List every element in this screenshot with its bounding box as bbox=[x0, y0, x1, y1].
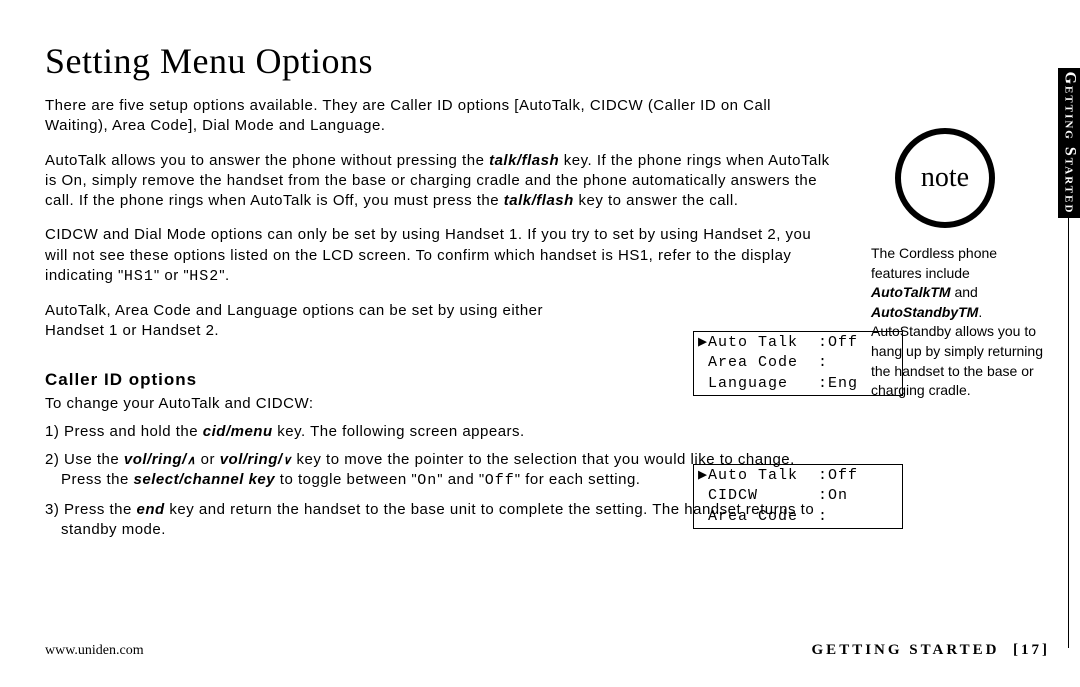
text: " for each setting. bbox=[515, 471, 641, 488]
on-value: On bbox=[417, 472, 437, 489]
text: 3) Press the bbox=[45, 501, 137, 518]
step-1: 1) Press and hold the cid/menu key. The … bbox=[45, 422, 685, 442]
hs2-label: HS2 bbox=[189, 268, 219, 285]
autotalk-paragraph: AutoTalk allows you to answer the phone … bbox=[45, 151, 835, 212]
text: " or " bbox=[154, 267, 189, 284]
text: key. The following screen appears. bbox=[273, 423, 525, 440]
page-title: Setting Menu Options bbox=[45, 40, 835, 82]
select-channel-key-ref: select/channel key bbox=[134, 471, 276, 488]
talk-flash-key-ref: talk/flash bbox=[504, 192, 574, 209]
autotalk-tm: AutoTalkTM bbox=[871, 284, 951, 300]
text: Press the bbox=[61, 471, 134, 488]
up-arrow-icon: ∧ bbox=[187, 453, 196, 467]
vol-ring-down-key-ref: vol/ring/∨ bbox=[220, 451, 292, 468]
footer-section: GETTING STARTED [17] bbox=[812, 642, 1050, 659]
page-footer: www.uniden.com GETTING STARTED [17] bbox=[45, 642, 1050, 659]
off-value: Off bbox=[485, 472, 515, 489]
section-tab-label: Getting Started bbox=[1060, 72, 1078, 215]
text: and bbox=[951, 284, 978, 300]
autostandby-tm: AutoStandbyTM bbox=[871, 304, 978, 320]
footer-page-number: [17] bbox=[1013, 642, 1050, 658]
section-tab: Getting Started bbox=[1058, 68, 1080, 218]
down-arrow-icon: ∨ bbox=[283, 453, 292, 467]
talk-flash-key-ref: talk/flash bbox=[489, 152, 559, 169]
text: 1) Press and hold the bbox=[45, 423, 203, 440]
cidcw-paragraph: CIDCW and Dial Mode options can only be … bbox=[45, 225, 835, 287]
note-body: The Cordless phone features include Auto… bbox=[865, 244, 1055, 401]
text: key to answer the call. bbox=[574, 192, 739, 209]
text: to toggle between " bbox=[275, 471, 417, 488]
manual-page: Setting Menu Options There are five setu… bbox=[0, 0, 1080, 687]
text: 2) Use the bbox=[45, 451, 124, 468]
cid-menu-key-ref: cid/menu bbox=[203, 423, 273, 440]
note-label: note bbox=[921, 162, 969, 194]
intro-paragraph: There are five setup options available. … bbox=[45, 96, 835, 137]
footer-url: www.uniden.com bbox=[45, 643, 144, 659]
main-column: Setting Menu Options There are five setu… bbox=[45, 40, 865, 687]
side-rule bbox=[1068, 218, 1069, 648]
text: AutoTalk allows you to answer the phone … bbox=[45, 152, 489, 169]
hs1-label: HS1 bbox=[124, 268, 154, 285]
change-intro: To change your AutoTalk and CIDCW: bbox=[45, 394, 835, 414]
vol-ring-up-key-ref: vol/ring/∧ bbox=[124, 451, 196, 468]
text: or bbox=[196, 451, 220, 468]
text: The Cordless phone features include bbox=[871, 245, 997, 281]
side-column: note The Cordless phone features include… bbox=[865, 40, 1075, 687]
text: ". bbox=[219, 267, 230, 284]
text: " and " bbox=[437, 471, 485, 488]
note-icon: note bbox=[895, 128, 995, 228]
footer-section-label: GETTING STARTED bbox=[812, 642, 1000, 658]
either-handset-paragraph: AutoTalk, Area Code and Language options… bbox=[45, 301, 585, 342]
end-key-ref: end bbox=[137, 501, 165, 518]
